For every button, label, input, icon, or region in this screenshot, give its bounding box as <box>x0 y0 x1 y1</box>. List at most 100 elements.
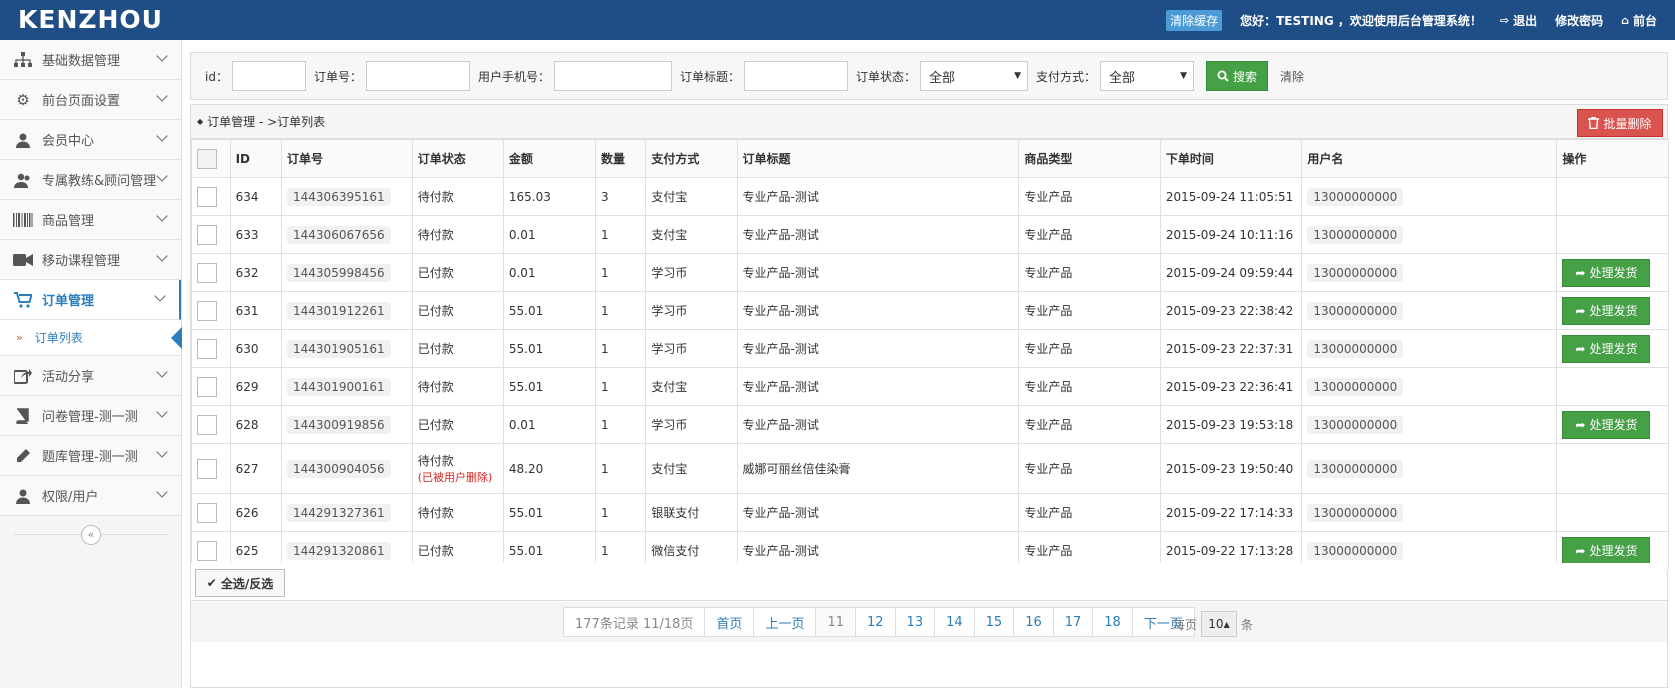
panel-header: ◆ 订单管理 - >订单列表 批量删除 <box>191 105 1667 139</box>
sidebar-item-products[interactable]: 商品管理 <box>0 200 181 240</box>
process-shipping-button[interactable]: ➦ 处理发货 <box>1562 410 1651 439</box>
sidebar-item-activity-share[interactable]: 活动分享 <box>0 356 181 396</box>
sidebar-item-basic-data[interactable]: 基础数据管理 <box>0 40 181 80</box>
clear-button[interactable]: 清除 <box>1280 68 1304 85</box>
product-type-cell: 专业产品 <box>1018 405 1161 444</box>
process-shipping-button[interactable]: ➦ 处理发货 <box>1562 296 1651 325</box>
username-badge: 13000000000 <box>1307 301 1404 320</box>
prev-page-link[interactable]: 上一页 <box>753 607 817 637</box>
page-link[interactable]: 13 <box>894 607 936 637</box>
status-text: 已付款 <box>417 304 454 318</box>
order-time-cell: 2015-09-23 19:53:18 <box>1159 405 1303 444</box>
row-checkbox[interactable] <box>197 338 217 359</box>
username-cell: 13000000000 <box>1301 291 1558 330</box>
amount-cell: 48.20 <box>502 443 597 494</box>
process-shipping-button[interactable]: ➦ 处理发货 <box>1562 334 1651 363</box>
sidebar-item-orders[interactable]: 订单管理 <box>0 280 181 320</box>
table-row: 628 144300919856 已付款 0.01 1 学习币 专业产品-测试 专业产品 201… <box>191 405 1669 444</box>
sidebar-item-questionnaire[interactable]: 问卷管理-测一测 <box>0 396 181 436</box>
row-checkbox[interactable] <box>197 376 217 397</box>
sidebar-item-label: 订单管理 <box>42 294 95 309</box>
select-column-header <box>191 139 231 178</box>
sidebar-item-label: 基础数据管理 <box>42 54 121 69</box>
search-button[interactable]: 搜索 <box>1206 61 1269 91</box>
brand-logo[interactable]: KENZHOU <box>18 5 163 34</box>
batch-delete-button[interactable]: 批量删除 <box>1577 109 1663 137</box>
row-checkbox[interactable] <box>197 502 217 523</box>
username-badge: 13000000000 <box>1307 263 1404 282</box>
clear-cache-button[interactable]: 清除缓存 <box>1166 9 1223 31</box>
quantity-cell: 1 <box>595 405 647 444</box>
title-label: 订单标题： <box>679 69 740 84</box>
row-checkbox[interactable] <box>197 224 217 245</box>
id-label: id： <box>205 69 228 84</box>
row-checkbox[interactable] <box>197 458 217 479</box>
row-checkbox[interactable] <box>197 300 217 321</box>
process-shipping-button[interactable]: ➦ 处理发货 <box>1562 536 1651 565</box>
sidebar-item-label: 移动课程管理 <box>42 254 121 269</box>
column-header: ID <box>229 139 283 178</box>
page-link[interactable]: 18 <box>1092 607 1133 637</box>
column-header: 订单号 <box>281 139 413 178</box>
first-page-link[interactable]: 首页 <box>704 607 755 637</box>
change-password-link[interactable]: 修改密码 <box>1555 12 1603 29</box>
pay-method-select[interactable]: 全部 ▼ <box>1100 61 1195 91</box>
phone-input[interactable] <box>553 61 672 91</box>
product-type-cell: 专业产品 <box>1018 367 1161 406</box>
page-link[interactable]: 12 <box>855 607 896 637</box>
sidebar-collapse-bar: « <box>0 516 181 554</box>
product-type-cell: 专业产品 <box>1018 177 1161 216</box>
order-status-cell: 已付款 <box>411 405 504 444</box>
sidebar-item-permissions[interactable]: 权限/用户 <box>0 476 181 516</box>
order-no-input[interactable] <box>365 61 470 91</box>
pencil-icon <box>12 447 34 465</box>
status-select[interactable]: 全部 ▼ <box>920 61 1029 91</box>
logout-link[interactable]: ⇨ 退出 <box>1500 12 1537 29</box>
table-row: 629 144301900161 待付款 55.01 1 支付宝 专业产品-测试 专业产品 20… <box>191 367 1669 406</box>
collapse-sidebar-button[interactable]: « <box>81 525 101 545</box>
per-page-select[interactable]: 10 ▲ <box>1201 611 1238 637</box>
page-link[interactable]: 17 <box>1052 607 1094 637</box>
column-header: 订单状态 <box>411 139 504 178</box>
order-no-badge: 144306395161 <box>287 187 391 206</box>
row-checkbox[interactable] <box>197 414 217 435</box>
sidebar-subitem-order-list[interactable]: » 订单列表 <box>0 320 182 356</box>
page-link[interactable]: 16 <box>1013 607 1054 637</box>
sidebar-item-label: 会员中心 <box>42 134 95 149</box>
order-no-cell: 144306395161 <box>281 177 413 216</box>
page-link[interactable]: 15 <box>973 607 1015 637</box>
sidebar-item-question-bank[interactable]: 题库管理-测一测 <box>0 436 181 476</box>
frontend-link[interactable]: ⌂ 前台 <box>1621 12 1657 29</box>
order-no-label: 订单号： <box>313 69 362 84</box>
select-all-toggle-button[interactable]: ✔ 全选/反选 <box>195 569 285 597</box>
order-no-badge: 144300904056 <box>287 459 391 478</box>
chevron-down-icon <box>156 486 168 498</box>
row-checkbox[interactable] <box>197 186 217 207</box>
pay-method-label: 支付方式： <box>1036 69 1097 84</box>
row-checkbox[interactable] <box>197 262 217 283</box>
order-id-cell: 626 <box>229 493 283 532</box>
table-row: 634 144306395161 待付款 165.03 3 支付宝 专业产品-测试 专业产品 2… <box>191 177 1669 216</box>
sidebar-item-member-center[interactable]: 会员中心 <box>0 120 181 160</box>
page-link[interactable]: 14 <box>934 607 975 637</box>
page-link-current: 11 <box>815 607 856 637</box>
sidebar-item-frontend-settings[interactable]: ⚙ 前台页面设置 <box>0 80 181 120</box>
sidebar-item-coach[interactable]: 专属教练&顾问管理 <box>0 160 181 200</box>
quantity-cell: 1 <box>595 329 647 368</box>
id-input[interactable] <box>231 61 306 91</box>
row-select-cell <box>191 291 231 330</box>
order-id-cell: 630 <box>229 329 283 368</box>
status-text: 待付款 <box>417 380 454 394</box>
row-checkbox[interactable] <box>197 540 217 561</box>
pay-method-cell: 学习币 <box>645 329 738 368</box>
main-content: id： 订单号： 用户手机号： 订单标题： 订单状态： 全部 ▼ 支付方式： 全… <box>182 40 1675 688</box>
order-title-input[interactable] <box>744 61 848 91</box>
select-all-checkbox[interactable] <box>197 148 217 169</box>
sidebar-item-mobile-courses[interactable]: 移动课程管理 <box>0 240 181 280</box>
action-cell <box>1556 215 1669 254</box>
order-status-cell: 待付款 <box>411 177 504 216</box>
process-shipping-button[interactable]: ➦ 处理发货 <box>1562 258 1651 287</box>
username-badge: 13000000000 <box>1307 415 1404 434</box>
status-text: 已付款 <box>417 418 454 432</box>
order-time-cell: 2015-09-23 22:38:42 <box>1159 291 1303 330</box>
